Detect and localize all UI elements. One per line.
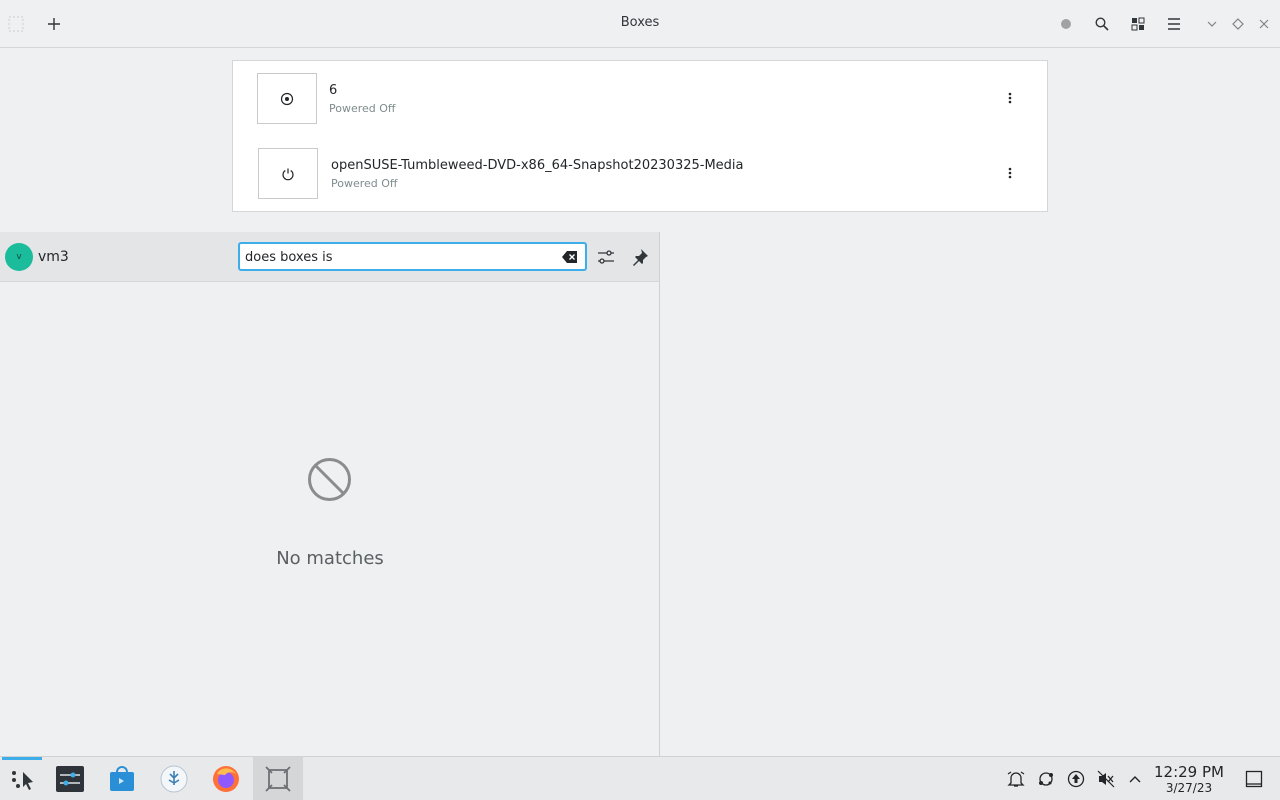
discover-store-icon[interactable] — [106, 763, 138, 795]
gnome-boxes-help-icon[interactable] — [158, 763, 190, 795]
clock[interactable]: 12:29 PM 3/27/23 — [1150, 763, 1228, 796]
vm-thumbnail — [258, 148, 318, 199]
no-matches-text: No matches — [276, 548, 384, 569]
close-icon[interactable] — [1252, 12, 1276, 36]
clock-date: 3/27/23 — [1165, 781, 1213, 795]
clear-text-icon[interactable] — [561, 249, 579, 265]
settings-sliders-icon[interactable] — [594, 245, 618, 269]
boxes-task-button[interactable] — [253, 757, 303, 800]
system-settings-icon[interactable] — [54, 763, 86, 795]
taskbar: 12:29 PM 3/27/23 — [0, 756, 1280, 800]
show-desktop-icon[interactable] — [1244, 769, 1264, 789]
record-icon[interactable] — [1054, 12, 1078, 36]
search-field[interactable] — [238, 242, 587, 271]
avatar[interactable]: v — [5, 243, 33, 271]
menu-icon[interactable] — [1162, 12, 1186, 36]
pin-icon[interactable] — [628, 245, 652, 269]
chevron-up-icon[interactable] — [1125, 769, 1145, 789]
no-matches-icon — [308, 458, 351, 501]
volume-muted-icon[interactable] — [1096, 769, 1116, 789]
disc-icon — [280, 92, 294, 105]
vm-name: openSUSE-Tumbleweed-DVD-x86_64-Snapshot2… — [331, 158, 744, 173]
active-indicator — [2, 757, 42, 760]
search-panel: v vm3 No matches — [0, 232, 660, 756]
vm-thumbnail — [257, 73, 317, 124]
vm-row[interactable]: 6 Powered Off — [233, 61, 1047, 136]
firefox-icon[interactable] — [210, 763, 242, 795]
updates-icon[interactable] — [1066, 769, 1086, 789]
minimize-icon[interactable] — [1200, 12, 1224, 36]
grid-view-icon[interactable] — [1126, 12, 1150, 36]
vm-status: Powered Off — [331, 177, 398, 190]
more-options-icon[interactable] — [1001, 164, 1019, 182]
kde-connect-icon[interactable] — [1036, 769, 1056, 789]
clock-time: 12:29 PM — [1154, 763, 1224, 781]
search-icon[interactable] — [1090, 12, 1114, 36]
maximize-icon[interactable] — [1226, 12, 1250, 36]
vm-row[interactable]: openSUSE-Tumbleweed-DVD-x86_64-Snapshot2… — [233, 136, 1047, 211]
app-launcher-icon[interactable] — [6, 763, 38, 795]
window-title: Boxes — [620, 15, 660, 30]
power-icon — [282, 168, 294, 180]
more-options-icon[interactable] — [1001, 89, 1019, 107]
vm-name: 6 — [329, 83, 338, 98]
vm-list: 6 Powered Off openSUSE-Tumbleweed-DVD-x8… — [232, 60, 1048, 212]
notifications-icon[interactable] — [1006, 769, 1026, 789]
vm-status: Powered Off — [329, 102, 396, 115]
headerbar: Boxes — [0, 0, 1280, 48]
search-bar: v vm3 — [0, 232, 659, 282]
user-name: vm3 — [38, 249, 69, 265]
search-input[interactable] — [245, 247, 545, 267]
